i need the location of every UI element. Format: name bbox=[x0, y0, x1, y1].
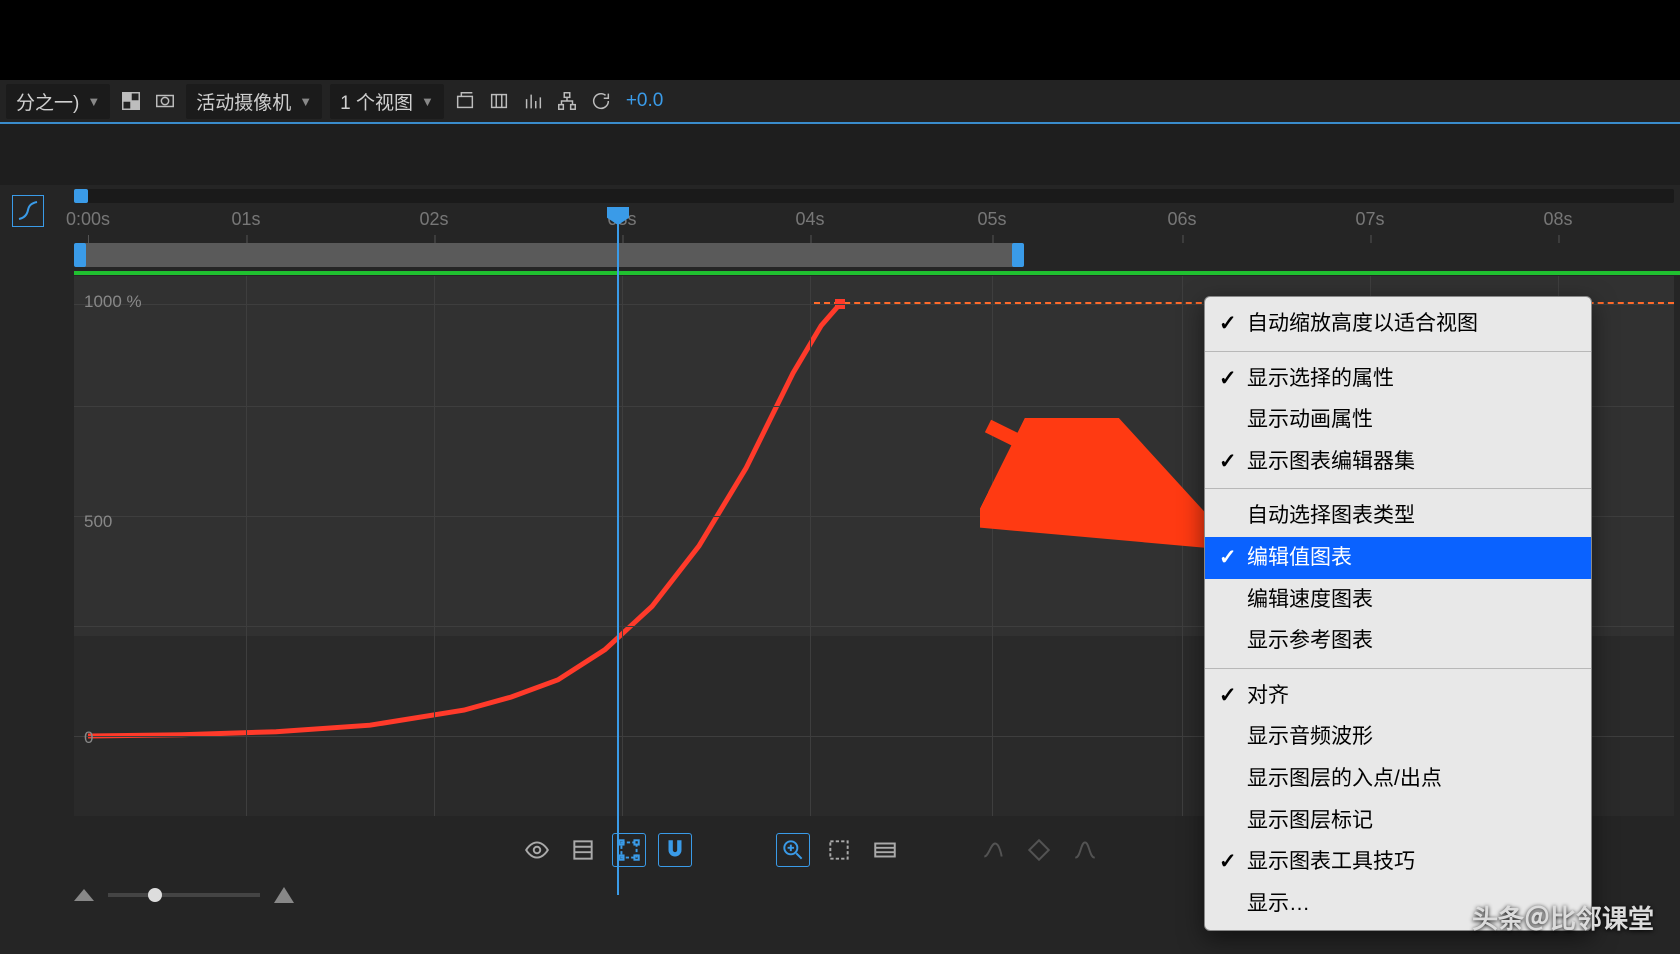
ruler-tick: 0:00s bbox=[66, 209, 110, 230]
time-ruler-row: 0:00s01s02s03s04s05s06s07s08s bbox=[0, 185, 1680, 265]
zoom-track[interactable] bbox=[108, 893, 260, 897]
zoom-slider[interactable] bbox=[74, 885, 294, 905]
ruler-tick: 05s bbox=[977, 209, 1006, 230]
context-menu-item[interactable]: 自动缩放高度以适合视图 bbox=[1205, 303, 1591, 345]
watermark-text: 头条＠比邻课堂 bbox=[1472, 899, 1654, 936]
context-menu-separator bbox=[1205, 488, 1591, 489]
context-menu-item[interactable]: 显示参考图表 bbox=[1205, 620, 1591, 662]
context-menu-item[interactable]: 显示图层标记 bbox=[1205, 800, 1591, 842]
current-time-indicator[interactable] bbox=[617, 207, 619, 895]
cache-indicator bbox=[74, 271, 1680, 275]
keyframe-interpolation-icon[interactable] bbox=[1068, 833, 1102, 867]
resolution-dropdown[interactable]: 分之一) ▼ bbox=[6, 84, 110, 119]
context-menu-item[interactable]: 显示选择的属性 bbox=[1205, 358, 1591, 400]
camera-label: 活动摄像机 bbox=[196, 88, 291, 115]
viewcount-dropdown[interactable]: 1 个视图 ▼ bbox=[330, 84, 444, 119]
time-ruler[interactable]: 0:00s01s02s03s04s05s06s07s08s bbox=[74, 209, 1674, 239]
zoom-in-icon[interactable] bbox=[274, 887, 294, 903]
resolution-label: 分之一) bbox=[16, 88, 79, 115]
graph-type-context-menu: 自动缩放高度以适合视图显示选择的属性显示动画属性显示图表编辑器集自动选择图表类型… bbox=[1204, 296, 1592, 931]
viewcount-label: 1 个视图 bbox=[340, 88, 413, 115]
ruler-tick: 01s bbox=[231, 209, 260, 230]
share-view-icon[interactable] bbox=[452, 88, 478, 114]
grid-vertical bbox=[434, 276, 435, 816]
context-menu-item[interactable]: 编辑速度图表 bbox=[1205, 579, 1591, 621]
choose-properties-icon[interactable] bbox=[566, 833, 600, 867]
ruler-tick: 06s bbox=[1167, 209, 1196, 230]
annotation-arrow bbox=[980, 418, 1240, 563]
ruler-tick: 08s bbox=[1543, 209, 1572, 230]
snap-icon[interactable] bbox=[658, 833, 692, 867]
fit-all-icon[interactable] bbox=[868, 833, 902, 867]
auto-zoom-icon[interactable] bbox=[776, 833, 810, 867]
grid-vertical bbox=[246, 276, 247, 816]
zoom-thumb[interactable] bbox=[148, 888, 162, 902]
context-menu-item[interactable]: 对齐 bbox=[1205, 675, 1591, 717]
zoom-out-icon[interactable] bbox=[74, 889, 94, 901]
fast-preview-icon[interactable] bbox=[520, 88, 546, 114]
camera-dropdown[interactable]: 活动摄像机 ▼ bbox=[186, 84, 322, 119]
eye-icon[interactable] bbox=[520, 833, 554, 867]
context-menu-separator bbox=[1205, 668, 1591, 669]
y-axis-label: 0 bbox=[84, 728, 93, 748]
chevron-down-icon: ▼ bbox=[299, 94, 312, 109]
context-menu-item[interactable]: 显示图层的入点/出点 bbox=[1205, 758, 1591, 800]
context-menu-separator bbox=[1205, 351, 1591, 352]
chevron-down-icon: ▼ bbox=[87, 94, 100, 109]
graph-editor-button[interactable] bbox=[12, 195, 44, 227]
context-menu-item[interactable]: 显示动画属性 bbox=[1205, 399, 1591, 441]
time-navigator[interactable] bbox=[74, 189, 1674, 203]
grid-vertical bbox=[622, 276, 623, 816]
context-menu-item[interactable]: 显示图表工具技巧 bbox=[1205, 841, 1591, 883]
transparency-grid-icon[interactable] bbox=[118, 88, 144, 114]
context-menu-item[interactable]: 自动选择图表类型 bbox=[1205, 495, 1591, 537]
viewer-black-area bbox=[0, 0, 1680, 80]
exposure-value[interactable]: +0.0 bbox=[622, 90, 668, 112]
context-menu-item[interactable]: 显示图表编辑器集 bbox=[1205, 441, 1591, 483]
context-menu-item[interactable]: 编辑值图表 bbox=[1205, 537, 1591, 579]
chevron-down-icon: ▼ bbox=[421, 94, 434, 109]
mask-icon[interactable] bbox=[152, 88, 178, 114]
separate-dimensions-icon[interactable] bbox=[976, 833, 1010, 867]
ruler-tick: 04s bbox=[795, 209, 824, 230]
viewer-toolbar: 分之一) ▼ 活动摄像机 ▼ 1 个视图 ▼ +0.0 bbox=[0, 80, 1680, 124]
y-axis-label: 500 bbox=[84, 512, 112, 532]
edit-keyframe-icon[interactable] bbox=[1022, 833, 1056, 867]
graph-editor-toolbar bbox=[520, 825, 1102, 875]
ruler-tick: 02s bbox=[419, 209, 448, 230]
context-menu-item[interactable]: 显示音频波形 bbox=[1205, 716, 1591, 758]
grid-vertical bbox=[810, 276, 811, 816]
ruler-tick: 07s bbox=[1355, 209, 1384, 230]
reset-exposure-icon[interactable] bbox=[588, 88, 614, 114]
work-area-bar[interactable] bbox=[74, 243, 1674, 269]
fit-selection-icon[interactable] bbox=[822, 833, 856, 867]
pixel-aspect-icon[interactable] bbox=[486, 88, 512, 114]
y-axis-label: 1000 % bbox=[84, 292, 142, 312]
flowchart-icon[interactable] bbox=[554, 88, 580, 114]
